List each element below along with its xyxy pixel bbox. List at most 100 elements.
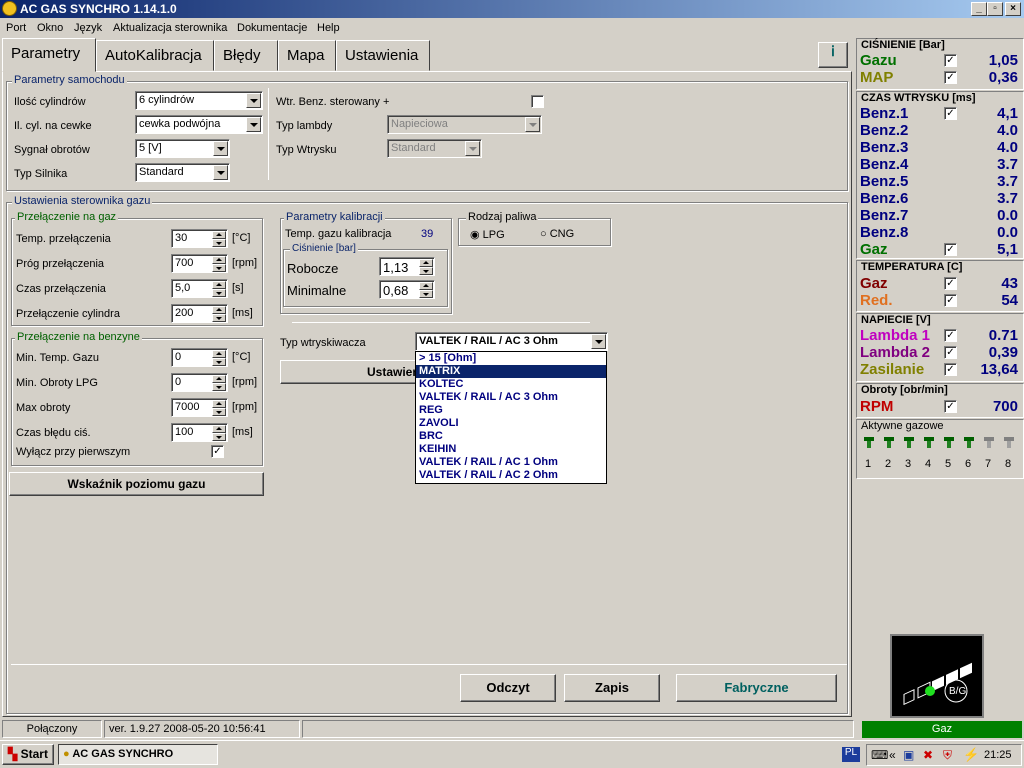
cylinders-select[interactable]: 6 cylindrów (135, 91, 263, 110)
spin-down-icon[interactable] (419, 267, 433, 275)
dropdown-option[interactable]: VALTEK / RAIL / AC 3 Ohm (416, 391, 606, 404)
reading-checkbox[interactable]: ✓ (944, 329, 957, 342)
reading-checkbox[interactable]: ✓ (944, 107, 957, 120)
coil-select[interactable]: cewka podwójna (135, 115, 263, 134)
dropdown-option[interactable]: KOLTEC (416, 378, 606, 391)
menu-dokumentacje[interactable]: Dokumentacje (237, 22, 307, 34)
dropdown-option[interactable]: REG (416, 404, 606, 417)
dropdown-option[interactable]: KEIHIN (416, 443, 606, 456)
param-stepper[interactable]: 0 (171, 348, 228, 367)
read-button[interactable]: Odczyt (460, 674, 556, 702)
menu-aktualizacja[interactable]: Aktualizacja sterownika (113, 22, 227, 34)
reading-checkbox[interactable]: ✓ (944, 294, 957, 307)
lambda-select[interactable]: Napieciowa (387, 115, 542, 134)
window-title: AC GAS SYNCHRO 1.14.1.0 (20, 2, 177, 16)
gas-level-gauge-button[interactable]: Wskaźnik poziomu gazu (9, 472, 264, 496)
spin-up-icon[interactable] (212, 231, 226, 239)
tab-bledy[interactable]: Błędy (214, 40, 278, 71)
dropdown-option[interactable]: ZAVOLI (416, 417, 606, 430)
spin-down-icon[interactable] (212, 408, 226, 416)
chevron-left-icon[interactable]: « (889, 748, 896, 762)
spin-down-icon[interactable] (212, 358, 226, 366)
tab-ustawienia[interactable]: Ustawienia (336, 40, 430, 71)
chevron-down-icon[interactable] (246, 117, 261, 132)
injector-type-select[interactable]: VALTEK / RAIL / AC 3 Ohm (415, 332, 608, 351)
menu-help[interactable]: Help (317, 22, 340, 34)
reading-checkbox[interactable]: ✓ (944, 363, 957, 376)
factory-button[interactable]: Fabryczne (676, 674, 837, 702)
spin-up-icon[interactable] (212, 281, 226, 289)
minimize-button[interactable]: _ (971, 2, 987, 16)
spin-down-icon[interactable] (212, 433, 226, 441)
dropdown-option[interactable]: MATRIX (416, 365, 606, 378)
spin-up-icon[interactable] (212, 256, 226, 264)
spin-up-icon[interactable] (212, 306, 226, 314)
reading-name: RPM (860, 398, 894, 415)
param-stepper[interactable]: 200 (171, 304, 228, 323)
reading-checkbox[interactable]: ✓ (944, 71, 957, 84)
spin-down-icon[interactable] (419, 290, 433, 298)
dropdown-option[interactable]: VALTEK / RAIL / AC 1 Ohm (416, 456, 606, 469)
spin-down-icon[interactable] (212, 383, 226, 391)
menu-okno[interactable]: Okno (37, 22, 63, 34)
engine-select[interactable]: Standard (135, 163, 230, 182)
network-icon[interactable]: ▣ (903, 748, 914, 762)
maximize-button[interactable]: ▫ (987, 2, 1003, 16)
chevron-down-icon[interactable] (213, 141, 228, 156)
param-stepper[interactable]: 100 (171, 423, 228, 442)
network-error-icon[interactable]: ✖ (923, 748, 933, 762)
param-stepper[interactable]: 0 (171, 373, 228, 392)
min-pressure-stepper[interactable]: 0,68 (379, 280, 435, 299)
tab-parametry[interactable]: Parametry (2, 38, 96, 72)
dropdown-option[interactable]: VALTEK / RAIL / AC 2 Ohm (416, 469, 606, 482)
spin-down-icon[interactable] (212, 264, 226, 272)
close-button[interactable]: × (1005, 2, 1021, 16)
param-stepper[interactable]: 7000 (171, 398, 228, 417)
save-button[interactable]: Zapis (564, 674, 660, 702)
chevron-down-icon[interactable] (246, 93, 261, 108)
spin-up-icon[interactable] (212, 425, 226, 433)
radio-lpg[interactable]: ◉ LPG (470, 228, 505, 241)
spin-down-icon[interactable] (212, 239, 226, 247)
spin-up-icon[interactable] (212, 350, 226, 358)
menu-jezyk[interactable]: Język (74, 22, 102, 34)
spin-down-icon[interactable] (212, 289, 226, 297)
menu-port[interactable]: Port (6, 22, 26, 34)
injector-dropdown-list[interactable]: > 15 [Ohm] MATRIX KOLTEC VALTEK / RAIL / AC… (415, 351, 607, 484)
injector-number: 4 (925, 458, 932, 470)
param-stepper[interactable]: 30 (171, 229, 228, 248)
dropdown-option[interactable]: > 15 [Ohm] (416, 352, 606, 365)
tab-mapa[interactable]: Mapa (278, 40, 336, 71)
radio-cng[interactable]: ○ CNG (540, 228, 574, 240)
spin-up-icon[interactable] (419, 259, 433, 267)
info-button[interactable]: ⅰ (818, 42, 848, 68)
reading-checkbox[interactable]: ✓ (944, 400, 957, 413)
lambda-label: Typ lambdy (276, 120, 333, 132)
language-indicator[interactable]: PL (842, 747, 860, 762)
disable-first-checkbox[interactable]: ✓ (211, 445, 224, 458)
reading-checkbox[interactable]: ✓ (944, 54, 957, 67)
lightning-icon[interactable]: ⚡ (963, 747, 979, 763)
shield-icon[interactable]: ⛨ (943, 748, 952, 763)
spin-down-icon[interactable] (212, 314, 226, 322)
rpm-signal-select[interactable]: 5 [V] (135, 139, 230, 158)
petrol-controlled-checkbox[interactable] (531, 95, 544, 108)
tab-autokalibracja[interactable]: AutoKalibracja (96, 40, 214, 71)
spin-up-icon[interactable] (212, 400, 226, 408)
chevron-down-icon[interactable] (213, 165, 228, 180)
reading-checkbox[interactable]: ✓ (944, 346, 957, 359)
param-stepper[interactable]: 5,0 (171, 279, 228, 298)
injection-type-select[interactable]: Standard (387, 139, 482, 158)
start-button[interactable]: ▚ Start (2, 744, 54, 765)
chevron-down-icon[interactable] (591, 334, 606, 349)
taskbar-app-button[interactable]: ● AC GAS SYNCHRO (58, 744, 218, 765)
lambda-value: Napieciowa (391, 118, 448, 130)
keyboard-icon[interactable]: ⌨ (871, 748, 888, 762)
spin-up-icon[interactable] (419, 282, 433, 290)
reading-checkbox[interactable]: ✓ (944, 277, 957, 290)
dropdown-option[interactable]: BRC (416, 430, 606, 443)
spin-up-icon[interactable] (212, 375, 226, 383)
working-pressure-stepper[interactable]: 1,13 (379, 257, 435, 276)
param-stepper[interactable]: 700 (171, 254, 228, 273)
reading-checkbox[interactable]: ✓ (944, 243, 957, 256)
